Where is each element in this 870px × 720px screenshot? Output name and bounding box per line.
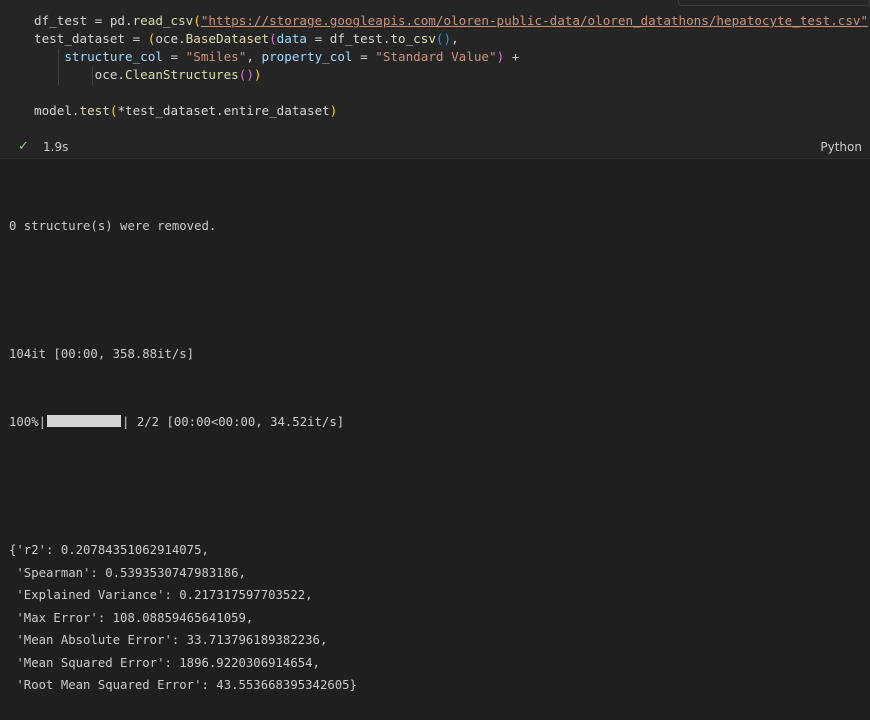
metric-line: 'Explained Variance': 0.217317597703522, [9, 588, 313, 603]
progress-suffix: | 2/2 [00:00<00:00, 34.52it/s] [122, 414, 345, 429]
code-token: , [451, 31, 459, 46]
code-token: property_col [261, 49, 353, 64]
check-icon: ✓ [18, 139, 29, 154]
code-line[interactable]: df_test = pd.read_csv("https://storage.g… [34, 12, 870, 30]
progress-prefix: 100%| [9, 414, 47, 429]
metrics-dict: {'r2': 0.20784351062914075, 'Spearman': … [9, 539, 357, 697]
code-token: , [246, 49, 262, 64]
code-token: = df_test. [307, 31, 391, 46]
code-token: structure_col [64, 49, 163, 64]
metric-line: 'Mean Squared Error': 1896.9220306914654… [9, 655, 320, 670]
language-selector[interactable]: Python [820, 140, 862, 154]
code-token: df_test = pd. [34, 13, 133, 28]
code-token: oce. [34, 67, 125, 82]
code-token: () [435, 31, 452, 46]
code-token: ) [253, 67, 262, 82]
cell-output: 0 structure(s) were removed. 104it [00:0… [9, 170, 357, 720]
cell-toolbar[interactable] [678, 0, 870, 6]
code-token: ( [193, 13, 201, 28]
code-token: () [238, 67, 254, 82]
code-token: model. [34, 103, 80, 118]
code-line[interactable]: oce.CleanStructures()) [34, 66, 870, 84]
code-token: CleanStructures [125, 67, 239, 82]
code-token: ) [329, 103, 338, 118]
code-token: test_dataset = [34, 31, 148, 46]
output-progress-line-1: 104it [00:00, 358.88it/s] [9, 347, 195, 362]
metric-line: 'Root Mean Squared Error': 43.5536683953… [9, 678, 357, 693]
code-token: = [352, 49, 376, 64]
code-token: to_csv [390, 31, 436, 46]
code-token: BaseDataset [185, 31, 270, 46]
code-line[interactable]: model.test(*test_dataset.entire_dataset) [34, 102, 870, 120]
progress-bar [47, 414, 122, 427]
code-line[interactable]: structure_col = "Smiles", property_col =… [34, 48, 870, 66]
code-line[interactable]: test_dataset = (oce.BaseDataset(data = d… [34, 30, 870, 48]
code-token: + [504, 49, 520, 64]
metric-line: 'Mean Absolute Error': 33.71379618938223… [9, 633, 328, 648]
code-line[interactable] [34, 84, 870, 102]
cell-status-bar: ✓ 1.9s Python [0, 138, 870, 158]
code-token: data [276, 31, 308, 46]
code-token: "Smiles" [185, 49, 247, 64]
code-token: *test_dataset.entire_dataset [117, 103, 330, 118]
output-progress-line-2: 100%| | 2/2 [00:00<00:00, 34.52it/s] [9, 411, 357, 434]
execution-time: 1.9s [43, 140, 69, 154]
code-token: read_csv [132, 13, 194, 28]
code-token: = [162, 49, 186, 64]
output-removed-line: 0 structure(s) were removed. [9, 219, 217, 234]
metric-line: 'Spearman': 0.5393530747983186, [9, 565, 246, 580]
code-token: "Standard Value" [375, 49, 497, 64]
metric-line: {'r2': 0.20784351062914075, [9, 542, 209, 557]
code-token: test [79, 103, 110, 118]
code-editor[interactable]: df_test = pd.read_csv("https://storage.g… [34, 12, 870, 120]
code-token: ( [269, 31, 277, 46]
code-token: "https://storage.googleapis.com/oloren-p… [200, 13, 869, 28]
code-token: oce. [155, 31, 186, 46]
notebook-code-cell[interactable]: df_test = pd.read_csv("https://storage.g… [0, 0, 870, 159]
metric-line: 'Max Error': 108.08859465641059, [9, 610, 254, 625]
